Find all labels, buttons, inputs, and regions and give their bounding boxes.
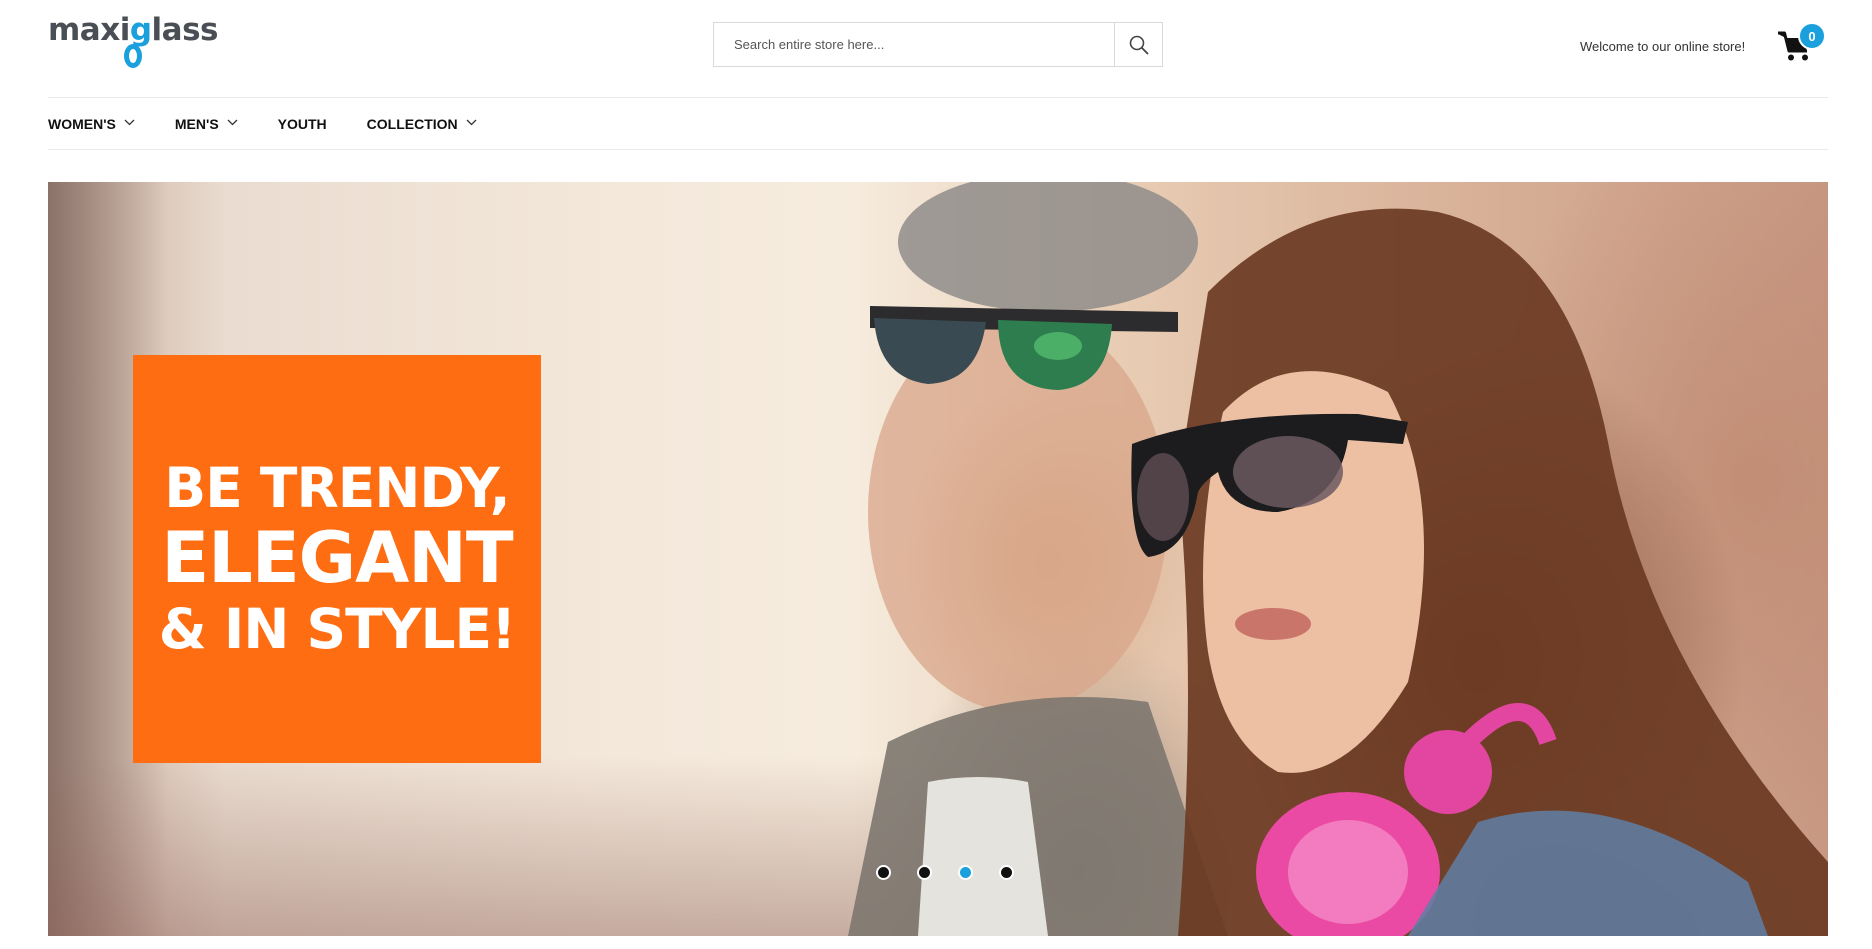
welcome-message: Welcome to our online store! [1580, 39, 1746, 54]
chevron-down-icon [124, 119, 135, 126]
nav-item-label: Women's [48, 115, 116, 132]
search-icon [1129, 35, 1148, 54]
chevron-down-icon [227, 119, 238, 126]
promo-line-1: BE TRENDY, [164, 456, 510, 520]
nav-item-mens[interactable]: Men's [175, 116, 238, 132]
logo[interactable]: maxiglass [48, 10, 219, 74]
nav-item-collection[interactable]: Collection [367, 116, 477, 132]
nav-item-youth[interactable]: Youth [278, 116, 327, 132]
cart-count-badge: 0 [1798, 22, 1826, 50]
slider-dot-1[interactable] [876, 865, 891, 880]
nav-item-label: Men's [174, 115, 219, 132]
nav-item-womens[interactable]: Women's [48, 116, 135, 132]
promo-line-2: ELEGANT [161, 517, 513, 599]
slider-dot-4[interactable] [999, 865, 1014, 880]
logo-drop-mark [124, 44, 142, 68]
promo-banner[interactable]: BE TRENDY, ELEGANT & IN STYLE! [133, 355, 541, 763]
slider-dot-2[interactable] [917, 865, 932, 880]
logo-wordmark: maxiglass [48, 12, 219, 48]
slider-dot-3[interactable] [958, 865, 973, 880]
search-button[interactable] [1114, 23, 1162, 66]
main-navigation: Women's Men's Youth Collection [48, 97, 1828, 150]
nav-item-label: Collection [366, 115, 458, 132]
nav-item-label: Youth [277, 115, 327, 132]
promo-line-3: & IN STYLE! [158, 597, 516, 661]
slider-pagination [876, 865, 1014, 880]
hero-slider[interactable]: BE TRENDY, ELEGANT & IN STYLE! [48, 182, 1828, 936]
chevron-down-icon [466, 119, 477, 126]
search-form [713, 22, 1163, 67]
search-input[interactable] [714, 23, 1114, 66]
